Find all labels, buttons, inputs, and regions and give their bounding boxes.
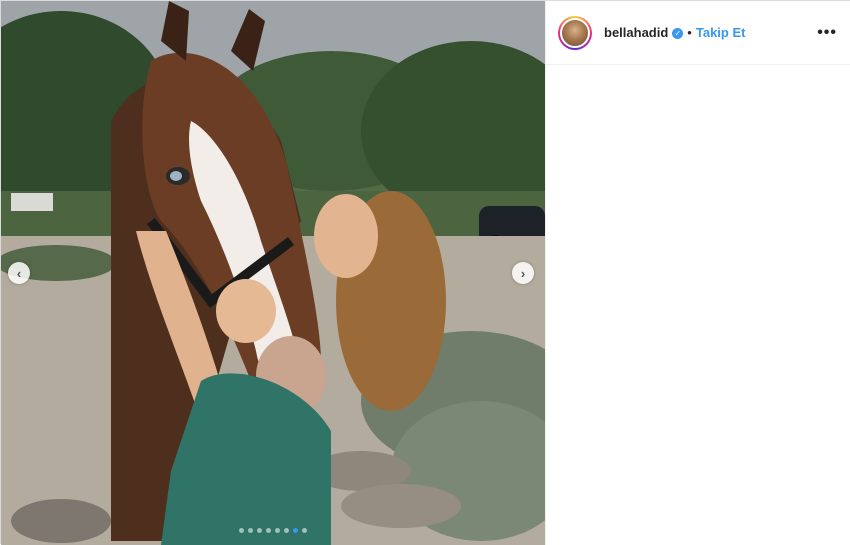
carousel-dot bbox=[302, 528, 307, 533]
photo-illustration bbox=[1, 1, 545, 545]
carousel-dot bbox=[275, 528, 280, 533]
follow-button[interactable]: Takip Et bbox=[696, 25, 746, 40]
separator-dot: • bbox=[687, 25, 692, 40]
carousel-prev-button[interactable]: ‹ bbox=[8, 262, 30, 284]
carousel-dot bbox=[257, 528, 262, 533]
avatar[interactable] bbox=[558, 15, 592, 50]
carousel-indicator bbox=[1, 528, 545, 533]
verified-badge-icon: ✓ bbox=[672, 28, 684, 40]
more-options-icon[interactable]: ••• bbox=[817, 24, 837, 42]
post-photo[interactable]: ‹ › bbox=[1, 1, 545, 545]
instagram-post-modal: ‹ › bellahadid ✓ • Takip Et ••• bbox=[0, 0, 850, 545]
username-link[interactable]: bellahadid ✓ bbox=[604, 25, 684, 40]
carousel-next-button[interactable]: › bbox=[512, 262, 534, 284]
post-side-panel: bellahadid ✓ • Takip Et ••• bbox=[545, 1, 850, 545]
carousel-dot bbox=[293, 528, 298, 533]
carousel-dot bbox=[284, 528, 289, 533]
chevron-right-icon: › bbox=[520, 265, 526, 281]
carousel-dot bbox=[266, 528, 271, 533]
avatar-image bbox=[560, 17, 590, 48]
carousel-dot bbox=[239, 528, 244, 533]
carousel-dot bbox=[248, 528, 253, 533]
username: bellahadid bbox=[604, 25, 669, 40]
post-header: bellahadid ✓ • Takip Et ••• bbox=[546, 1, 850, 65]
chevron-left-icon: ‹ bbox=[16, 265, 22, 281]
